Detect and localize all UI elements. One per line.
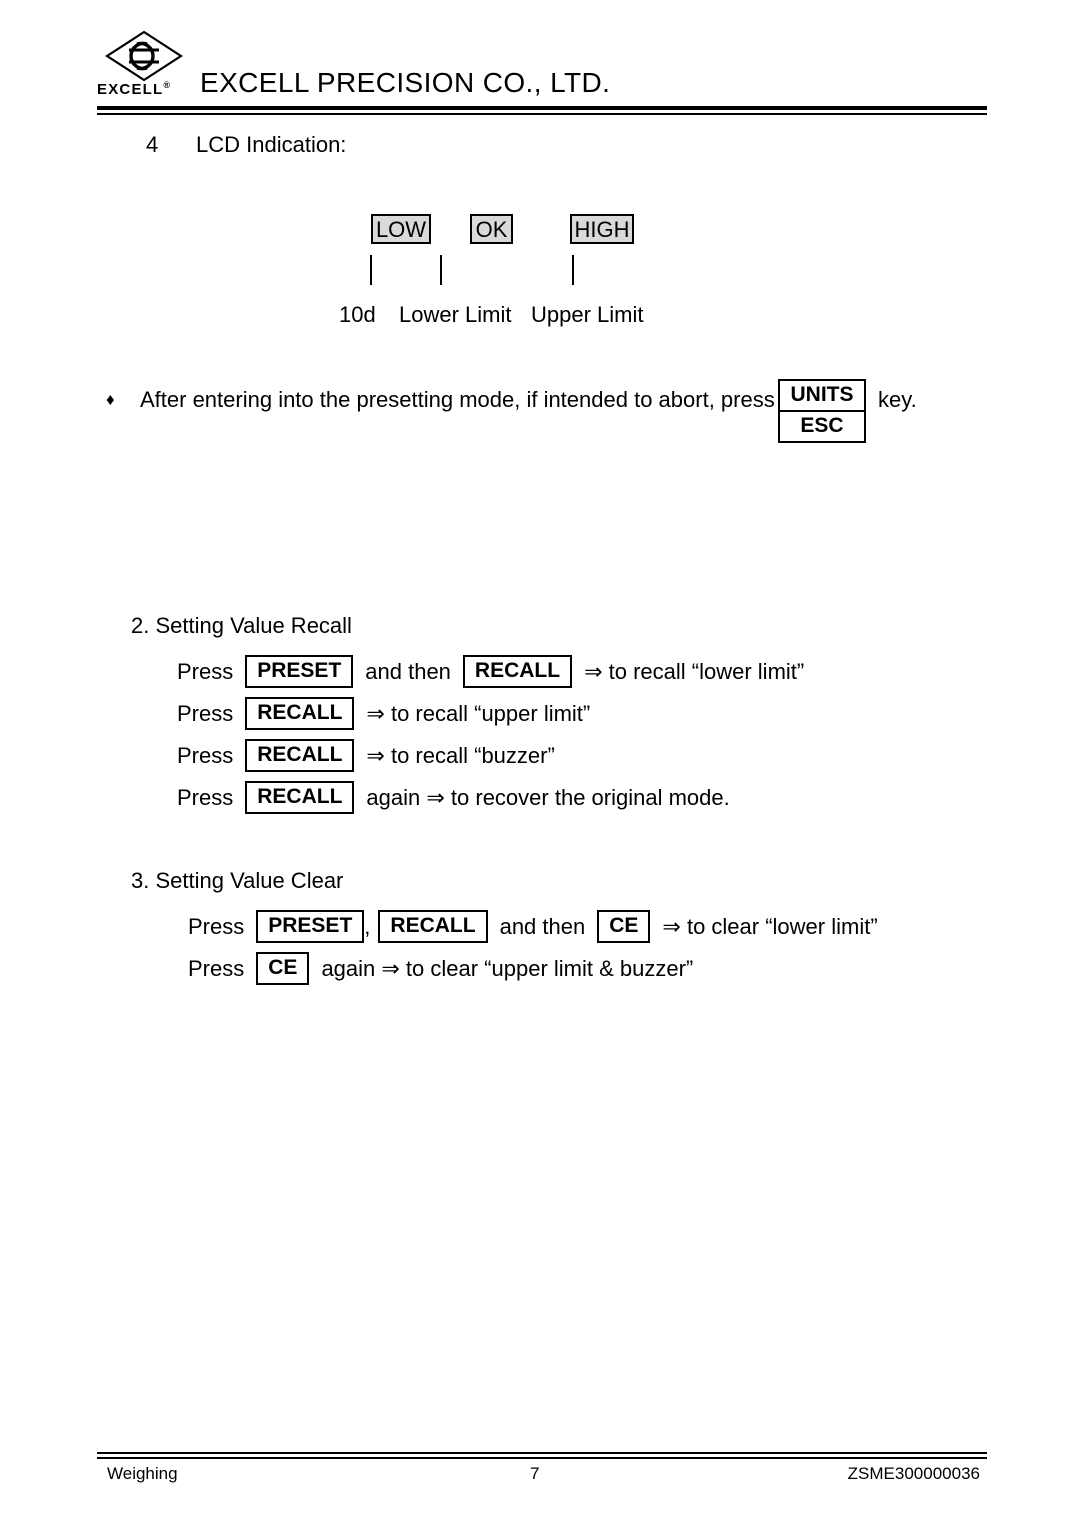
section-2-heading: 2. Setting Value Recall: [131, 613, 352, 638]
footer-divider: [97, 1452, 987, 1460]
logo-wordmark-text: EXCELL: [97, 81, 164, 98]
item-title: LCD Indication:: [196, 132, 347, 157]
footer-rule-top: [97, 1452, 987, 1454]
header-rule-thick: [97, 106, 987, 110]
press-label: Press: [177, 658, 234, 684]
lcd-box-high: HIGH: [570, 214, 634, 244]
page-header: EXCELL® EXCELL PRECISION CO., LTD.: [97, 30, 987, 110]
tick-mark-10d: [370, 255, 372, 285]
recover-original-mode-text: again ⇒ to recover the original mode.: [366, 784, 730, 810]
abort-note-text: After entering into the presetting mode,…: [140, 387, 775, 412]
section-2-line-1: Press PRESET and then RECALL ⇒ to recall “lo…: [177, 655, 804, 689]
comma-separator: ,: [364, 913, 371, 939]
header-divider: [97, 106, 987, 116]
document-page: EXCELL® EXCELL PRECISION CO., LTD. 4 LCD…: [0, 0, 1080, 1526]
press-label: Press: [177, 700, 234, 726]
key-recall[interactable]: RECALL: [245, 739, 355, 772]
section-2-line-4: Press RECALL again ⇒ to recover the origin…: [177, 781, 730, 815]
abort-note-suffix: key.: [878, 387, 917, 412]
key-recall[interactable]: RECALL: [378, 910, 488, 943]
key-ce[interactable]: CE: [256, 952, 310, 985]
clear-lower-limit-text: ⇒ to clear “lower limit”: [662, 913, 878, 939]
key-units-label: UNITS: [780, 381, 864, 412]
press-label: Press: [188, 913, 245, 939]
footer-rule-bottom: [97, 1457, 987, 1459]
item-number: 4: [146, 132, 159, 157]
key-ce[interactable]: CE: [597, 910, 651, 943]
company-name: EXCELL PRECISION CO., LTD.: [200, 67, 611, 98]
caption-lower-limit: Lower Limit: [399, 302, 512, 327]
caption-upper-limit: Upper Limit: [531, 302, 644, 327]
press-label: Press: [177, 742, 234, 768]
section-3-heading: 3. Setting Value Clear: [131, 868, 344, 893]
footer-page-number: 7: [530, 1464, 540, 1483]
diamond-logo-icon: [105, 30, 183, 82]
header-rule-thin: [97, 113, 987, 115]
tick-mark-lower-limit: [440, 255, 442, 285]
registered-trademark-icon: ®: [163, 80, 171, 90]
footer-document-code: ZSME300000036: [847, 1464, 980, 1483]
key-units-esc[interactable]: UNITS ESC: [778, 379, 866, 443]
clear-upper-limit-buzzer-text: again ⇒ to clear “upper limit & buzzer”: [321, 955, 694, 981]
excell-logo: EXCELL®: [97, 30, 189, 102]
key-recall[interactable]: RECALL: [245, 781, 355, 814]
press-label: Press: [177, 784, 234, 810]
bullet-marker-icon: ♦: [106, 390, 115, 409]
and-then-label: and then: [365, 658, 451, 684]
footer-left-label: Weighing: [107, 1464, 178, 1483]
recall-lower-limit-text: ⇒ to recall “lower limit”: [584, 658, 805, 684]
lcd-box-low: LOW: [371, 214, 431, 244]
key-recall[interactable]: RECALL: [245, 697, 355, 730]
press-label: Press: [188, 955, 245, 981]
section-2-line-2: Press RECALL ⇒ to recall “upper limit”: [177, 697, 590, 731]
caption-10d: 10d: [339, 302, 376, 327]
recall-buzzer-text: ⇒ to recall “buzzer”: [366, 742, 555, 768]
key-preset[interactable]: PRESET: [245, 655, 354, 688]
logo-wordmark: EXCELL®: [97, 80, 170, 98]
section-2-line-3: Press RECALL ⇒ to recall “buzzer”: [177, 739, 555, 773]
and-then-label: and then: [499, 913, 586, 939]
lcd-box-ok: OK: [470, 214, 513, 244]
key-esc-label: ESC: [800, 414, 844, 437]
section-3-line-1: Press PRESET, RECALL and then CE ⇒ to clear “…: [188, 910, 878, 944]
key-preset[interactable]: PRESET: [256, 910, 365, 943]
tick-mark-upper-limit: [572, 255, 574, 285]
key-recall[interactable]: RECALL: [462, 655, 573, 688]
recall-upper-limit-text: ⇒ to recall “upper limit”: [366, 700, 591, 726]
section-3-line-2: Press CE again ⇒ to clear “upper limit & b…: [188, 952, 693, 986]
